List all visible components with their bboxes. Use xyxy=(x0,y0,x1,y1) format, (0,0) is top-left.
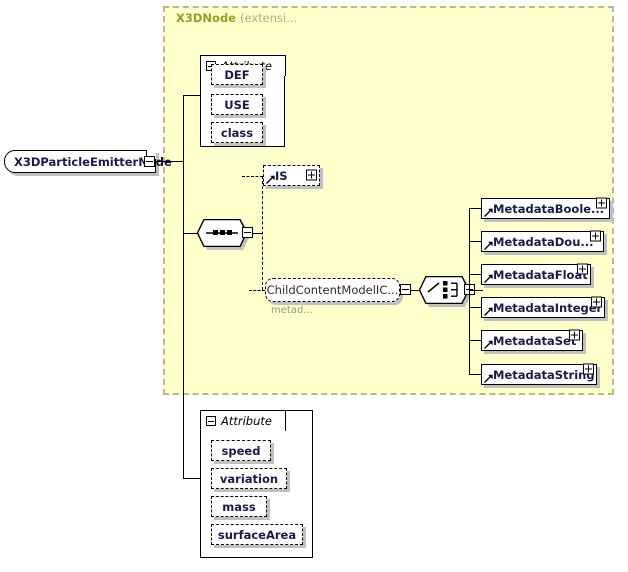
attribute-item-class[interactable]: class xyxy=(211,122,263,143)
sequence-toggle-minus-icon[interactable] xyxy=(242,227,253,238)
link-arrow-icon xyxy=(266,175,275,184)
connector-bus-to-metadatadouble xyxy=(469,241,481,242)
attribute-item-speed[interactable]: speed xyxy=(211,440,271,461)
sequence-icon xyxy=(197,219,247,247)
extension-panel-subtitle-text: (extensi... xyxy=(240,11,297,25)
attribute-group-bottom-toggle-minus-icon[interactable] xyxy=(206,416,216,426)
element-metadatastring-toggle-plus-icon[interactable] xyxy=(583,364,594,375)
root-toggle-minus-icon[interactable] xyxy=(144,156,155,167)
element-metadataset-label: MetadataSet xyxy=(493,334,576,348)
attribute-item-variation[interactable]: variation xyxy=(211,468,287,489)
attribute-item-use[interactable]: USE xyxy=(211,94,263,115)
element-metadatafloat-toggle-plus-icon[interactable] xyxy=(577,264,588,275)
element-metadataset-toggle-plus-icon[interactable] xyxy=(569,330,580,341)
connector-bus-to-metadatastring xyxy=(469,374,481,375)
connector-bus-to-metadatainteger xyxy=(469,307,481,308)
schema-diagram-canvas: X3DNode (extensi... X3DParticleEmitterNo… xyxy=(0,0,628,572)
element-metadataboolean-toggle-plus-icon[interactable] xyxy=(596,198,607,209)
attribute-item-def[interactable]: DEF xyxy=(211,64,263,85)
connector-bus-to-metadatafloat xyxy=(469,274,481,275)
connector-trunk-vertical xyxy=(183,95,184,478)
connector-root-to-trunk xyxy=(155,161,184,162)
link-arrow-icon xyxy=(484,208,493,217)
connector-bus-to-metadataset xyxy=(469,340,481,341)
link-arrow-icon xyxy=(484,274,493,283)
connector-branch-to-childcontent xyxy=(249,290,265,291)
link-arrow-icon xyxy=(484,241,493,250)
element-metadataboolean[interactable]: MetadataBoole... xyxy=(481,198,610,219)
choice-icon xyxy=(419,276,469,304)
root-element-x3dparticleemitternode[interactable]: X3DParticleEmitterNode xyxy=(4,150,156,173)
attribute-item-mass-label: mass xyxy=(222,500,255,514)
choice-compositor[interactable] xyxy=(419,276,469,304)
attribute-group-bottom-header[interactable]: Attribute xyxy=(200,410,286,431)
element-metadatadouble-label: MetadataDou... xyxy=(493,235,594,249)
attribute-item-def-label: DEF xyxy=(224,68,249,82)
connector-metadata-bus-vertical xyxy=(469,208,470,374)
element-metadatadouble[interactable]: MetadataDou... xyxy=(481,231,604,252)
attribute-group-bottom-header-label: Attribute xyxy=(221,414,272,428)
childcontentmodel-toggle-minus-icon[interactable] xyxy=(400,284,411,295)
element-is-label: IS xyxy=(275,169,288,183)
connector-optional-branch-vertical xyxy=(262,176,263,290)
attribute-item-variation-label: variation xyxy=(220,472,278,486)
extension-panel-title-text: X3DNode xyxy=(176,11,236,25)
element-metadatadouble-toggle-plus-icon[interactable] xyxy=(590,231,601,242)
connector-branch-to-is xyxy=(242,176,263,177)
element-metadataboolean-label: MetadataBoole... xyxy=(493,202,604,216)
attribute-item-use-label: USE xyxy=(224,98,249,112)
group-ref-childcontentmodel-label: ChildContentModelIC... xyxy=(267,283,399,297)
attribute-item-mass[interactable]: mass xyxy=(211,496,267,517)
connector-trunk-to-sequence xyxy=(183,233,197,234)
element-metadatastring-label: MetadataString xyxy=(493,368,595,382)
element-metadatafloat-label: MetadataFloat xyxy=(493,268,588,282)
link-arrow-icon xyxy=(484,307,493,316)
element-metadatainteger[interactable]: MetadataInteger xyxy=(481,297,605,318)
extension-panel-title: X3DNode (extensi... xyxy=(176,11,297,25)
element-metadatafloat[interactable]: MetadataFloat xyxy=(481,264,591,285)
attribute-item-speed-label: speed xyxy=(222,444,261,458)
connector-trunk-to-attribute-bottom xyxy=(183,478,200,479)
attribute-item-surfacearea-label: surfaceArea xyxy=(218,528,296,542)
connector-childcontent-to-choice xyxy=(411,290,419,291)
link-arrow-icon xyxy=(484,340,493,349)
group-ref-childcontentmodel-sublabel: metad... xyxy=(271,305,313,316)
element-metadatainteger-label: MetadataInteger xyxy=(493,301,602,315)
connector-bus-join xyxy=(469,290,483,291)
attribute-item-class-label: class xyxy=(221,126,253,140)
element-metadataset[interactable]: MetadataSet xyxy=(481,330,583,351)
group-ref-childcontentmodel[interactable]: ChildContentModelIC... xyxy=(265,278,400,302)
link-arrow-icon xyxy=(484,374,493,383)
connector-trunk-to-attribute-top xyxy=(183,95,200,96)
element-metadatastring[interactable]: MetadataString xyxy=(481,364,597,385)
sequence-compositor[interactable] xyxy=(197,219,247,247)
attribute-item-surfacearea[interactable]: surfaceArea xyxy=(211,524,303,545)
connector-bus-to-metadataboolean xyxy=(469,208,481,209)
element-is-toggle-plus-icon[interactable] xyxy=(306,170,317,181)
connector-sequence-to-branch xyxy=(253,233,262,234)
element-metadatainteger-toggle-plus-icon[interactable] xyxy=(591,297,602,308)
